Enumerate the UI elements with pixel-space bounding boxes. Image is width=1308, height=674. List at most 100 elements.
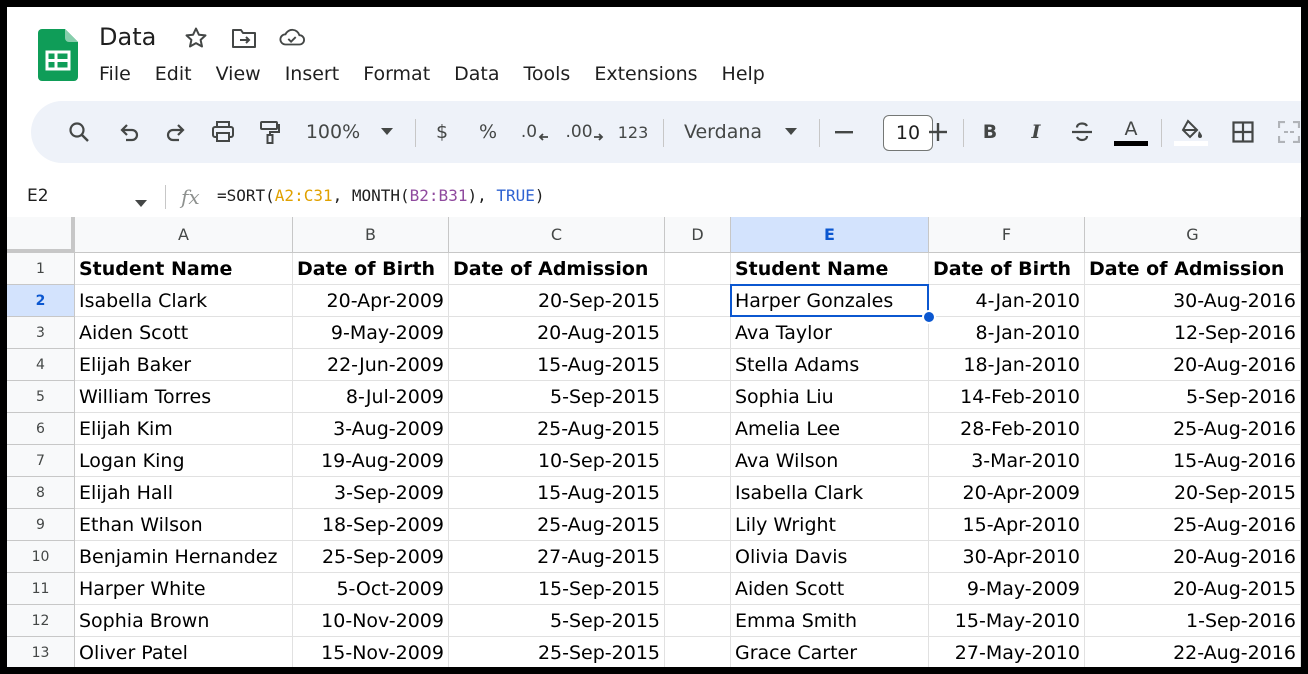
name-box-chevron-down-icon[interactable] — [135, 193, 147, 212]
cell-f2[interactable]: 4-Jan-2010 — [929, 285, 1085, 317]
cell-a4[interactable]: Elijah Baker — [75, 349, 293, 381]
cell-b6[interactable]: 3-Aug-2009 — [293, 413, 449, 445]
decrease-font-size-icon[interactable] — [831, 101, 857, 163]
cell-e1[interactable]: Student Name — [731, 253, 929, 285]
search-menus-icon[interactable] — [61, 101, 97, 163]
cell-f9[interactable]: 15-Apr-2010 — [929, 509, 1085, 541]
cell-d2[interactable] — [665, 285, 731, 317]
cell-f4[interactable]: 18-Jan-2010 — [929, 349, 1085, 381]
menu-view[interactable]: View — [204, 59, 273, 89]
column-header-e[interactable]: E — [731, 217, 929, 253]
cell-d10[interactable] — [665, 541, 731, 573]
cell-e3[interactable]: Ava Taylor — [731, 317, 929, 349]
row-header-11[interactable]: 11 — [7, 573, 75, 605]
strikethrough-icon[interactable] — [1067, 101, 1097, 163]
cell-b2[interactable]: 20-Apr-2009 — [293, 285, 449, 317]
cell-g12[interactable]: 1-Sep-2016 — [1085, 605, 1301, 637]
cell-a9[interactable]: Ethan Wilson — [75, 509, 293, 541]
menu-extensions[interactable]: Extensions — [582, 59, 709, 89]
cell-g13[interactable]: 22-Aug-2016 — [1085, 637, 1301, 667]
cell-d13[interactable] — [665, 637, 731, 667]
cell-f8[interactable]: 20-Apr-2009 — [929, 477, 1085, 509]
font-chevron-down-icon[interactable] — [779, 101, 803, 163]
cell-c13[interactable]: 25-Sep-2015 — [449, 637, 665, 667]
star-icon[interactable] — [183, 25, 209, 51]
cell-a5[interactable]: William Torres — [75, 381, 293, 413]
sheets-logo-icon[interactable] — [38, 29, 78, 81]
menu-insert[interactable]: Insert — [273, 59, 352, 89]
cell-b4[interactable]: 22-Jun-2009 — [293, 349, 449, 381]
cell-b11[interactable]: 5-Oct-2009 — [293, 573, 449, 605]
cell-a12[interactable]: Sophia Brown — [75, 605, 293, 637]
zoom-select[interactable]: 100% — [297, 101, 369, 163]
cell-g7[interactable]: 15-Aug-2016 — [1085, 445, 1301, 477]
cell-e5[interactable]: Sophia Liu — [731, 381, 929, 413]
cell-f3[interactable]: 8-Jan-2010 — [929, 317, 1085, 349]
cell-g5[interactable]: 5-Sep-2016 — [1085, 381, 1301, 413]
row-header-10[interactable]: 10 — [7, 541, 75, 573]
menu-help[interactable]: Help — [710, 59, 777, 89]
font-select[interactable]: Verdana — [675, 101, 771, 163]
cell-b3[interactable]: 9-May-2009 — [293, 317, 449, 349]
cell-e7[interactable]: Ava Wilson — [731, 445, 929, 477]
column-header-g[interactable]: G — [1085, 217, 1301, 253]
cell-c5[interactable]: 5-Sep-2015 — [449, 381, 665, 413]
cell-c1[interactable]: Date of Admission — [449, 253, 665, 285]
merge-cells-icon[interactable] — [1271, 101, 1301, 163]
cell-c7[interactable]: 10-Sep-2015 — [449, 445, 665, 477]
row-header-12[interactable]: 12 — [7, 605, 75, 637]
decrease-decimal-button[interactable]: .0 — [517, 101, 553, 163]
increase-font-size-icon[interactable] — [925, 101, 951, 163]
cell-g1[interactable]: Date of Admission — [1085, 253, 1301, 285]
bold-button[interactable]: B — [975, 101, 1005, 163]
cell-c12[interactable]: 5-Sep-2015 — [449, 605, 665, 637]
redo-icon[interactable] — [158, 101, 194, 163]
cell-e6[interactable]: Amelia Lee — [731, 413, 929, 445]
paint-format-icon[interactable] — [252, 101, 288, 163]
borders-icon[interactable] — [1225, 101, 1261, 163]
cell-e9[interactable]: Lily Wright — [731, 509, 929, 541]
menu-data[interactable]: Data — [442, 59, 511, 89]
cell-f1[interactable]: Date of Birth — [929, 253, 1085, 285]
row-header-4[interactable]: 4 — [7, 349, 75, 381]
select-all-corner[interactable] — [7, 217, 75, 253]
cell-a7[interactable]: Logan King — [75, 445, 293, 477]
row-header-13[interactable]: 13 — [7, 637, 75, 667]
cell-b7[interactable]: 19-Aug-2009 — [293, 445, 449, 477]
cell-d3[interactable] — [665, 317, 731, 349]
cell-g2[interactable]: 30-Aug-2016 — [1085, 285, 1301, 317]
cloud-saved-icon[interactable] — [279, 25, 305, 51]
cell-f12[interactable]: 15-May-2010 — [929, 605, 1085, 637]
row-header-7[interactable]: 7 — [7, 445, 75, 477]
cell-b5[interactable]: 8-Jul-2009 — [293, 381, 449, 413]
move-to-folder-icon[interactable] — [231, 25, 257, 51]
cell-b8[interactable]: 3-Sep-2009 — [293, 477, 449, 509]
cell-c8[interactable]: 15-Aug-2015 — [449, 477, 665, 509]
number-format-button[interactable]: 123 — [613, 101, 653, 163]
cell-d1[interactable] — [665, 253, 731, 285]
cell-b1[interactable]: Date of Birth — [293, 253, 449, 285]
menu-edit[interactable]: Edit — [143, 59, 204, 89]
cell-g4[interactable]: 20-Aug-2016 — [1085, 349, 1301, 381]
print-icon[interactable] — [205, 101, 241, 163]
column-header-a[interactable]: A — [75, 217, 293, 253]
cell-g8[interactable]: 20-Sep-2015 — [1085, 477, 1301, 509]
cell-c11[interactable]: 15-Sep-2015 — [449, 573, 665, 605]
formula-input[interactable]: =SORT(A2:C31, MONTH(B2:B31), TRUE) — [217, 177, 545, 215]
menu-format[interactable]: Format — [351, 59, 442, 89]
cell-f10[interactable]: 30-Apr-2010 — [929, 541, 1085, 573]
cell-c9[interactable]: 25-Aug-2015 — [449, 509, 665, 541]
cell-c4[interactable]: 15-Aug-2015 — [449, 349, 665, 381]
row-header-8[interactable]: 8 — [7, 477, 75, 509]
cell-e11[interactable]: Aiden Scott — [731, 573, 929, 605]
column-header-f[interactable]: F — [929, 217, 1085, 253]
cell-f13[interactable]: 27-May-2010 — [929, 637, 1085, 667]
cell-f5[interactable]: 14-Feb-2010 — [929, 381, 1085, 413]
cell-f11[interactable]: 9-May-2009 — [929, 573, 1085, 605]
cell-a11[interactable]: Harper White — [75, 573, 293, 605]
cell-c3[interactable]: 20-Aug-2015 — [449, 317, 665, 349]
cell-d5[interactable] — [665, 381, 731, 413]
increase-decimal-button[interactable]: .00 — [565, 101, 605, 163]
currency-button[interactable]: $ — [427, 101, 457, 163]
row-header-2[interactable]: 2 — [7, 285, 75, 317]
